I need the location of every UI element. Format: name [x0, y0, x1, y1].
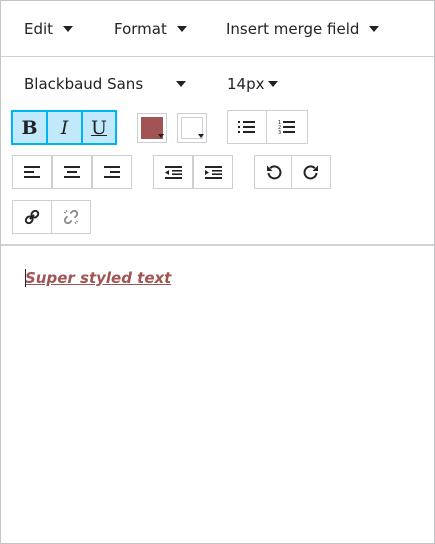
format-menu[interactable]: Format: [114, 19, 187, 39]
chevron-down-icon: [268, 81, 278, 87]
edit-menu[interactable]: Edit: [24, 19, 74, 39]
underline-button[interactable]: U: [81, 110, 117, 145]
numbered-list-icon: 1 2 3: [278, 120, 295, 135]
remove-link-button[interactable]: [51, 200, 91, 234]
editor-content[interactable]: [1, 248, 434, 544]
insert-merge-field-menu[interactable]: Insert merge field: [226, 19, 380, 39]
align-left-button[interactable]: [12, 155, 52, 189]
chevron-down-icon: [176, 81, 186, 87]
chevron-down-icon: [198, 134, 204, 138]
insert-link-button[interactable]: [12, 200, 52, 234]
outdent-icon: [164, 165, 182, 179]
link-icon: [24, 209, 40, 225]
outdent-button[interactable]: [153, 155, 193, 189]
text-color-button[interactable]: [137, 113, 167, 143]
bold-icon: B: [21, 116, 38, 139]
chevron-down-icon: [369, 26, 380, 32]
font-size-select[interactable]: 14px: [227, 74, 278, 94]
align-right-button[interactable]: [92, 155, 132, 189]
indent-button[interactable]: [193, 155, 233, 189]
numbered-list-button[interactable]: 1 2 3: [266, 110, 308, 144]
indent-icon: [204, 165, 222, 179]
menubar: Edit Format Insert merge field: [1, 1, 434, 57]
chevron-down-icon: [158, 134, 164, 138]
undo-button[interactable]: [254, 155, 294, 189]
bullet-list-icon: [238, 121, 255, 133]
font-family-value: Blackbaud Sans: [24, 75, 144, 93]
italic-button[interactable]: I: [46, 110, 83, 145]
align-left-icon: [24, 166, 40, 178]
font-family-select[interactable]: Blackbaud Sans: [24, 74, 186, 94]
align-center-icon: [64, 166, 80, 178]
toolbar: Blackbaud Sans 14px B I U 1 2 3: [1, 57, 434, 246]
format-menu-label: Format: [114, 20, 167, 38]
chevron-down-icon: [63, 26, 74, 32]
edit-menu-label: Edit: [24, 20, 54, 38]
align-center-button[interactable]: [52, 155, 92, 189]
unlink-icon: [63, 209, 79, 225]
redo-icon: [303, 165, 318, 180]
redo-button[interactable]: [291, 155, 331, 189]
svg-text:3: 3: [278, 130, 281, 135]
background-color-button[interactable]: [177, 113, 207, 143]
font-size-value: 14px: [227, 75, 265, 93]
chevron-down-icon: [176, 26, 187, 32]
bold-button[interactable]: B: [11, 110, 48, 145]
insert-merge-field-label: Insert merge field: [226, 20, 360, 38]
bullet-list-button[interactable]: [227, 110, 267, 144]
undo-icon: [267, 165, 282, 180]
underline-icon: U: [90, 116, 107, 139]
align-right-icon: [104, 166, 120, 178]
styled-text[interactable]: Super styled text: [25, 269, 171, 287]
text-cursor: [25, 269, 26, 287]
italic-icon: I: [60, 116, 69, 139]
rich-text-editor: Edit Format Insert merge field Blackbaud…: [0, 0, 435, 544]
